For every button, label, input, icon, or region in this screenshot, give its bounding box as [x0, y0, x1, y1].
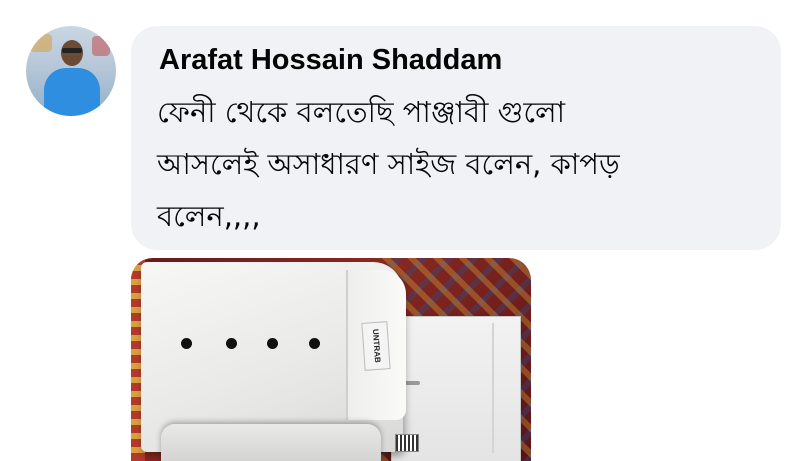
comment-text-line: ফেনী থেকে বলতেছি পাঞ্জাবী গুলো — [157, 95, 566, 129]
sunglasses-icon — [62, 48, 82, 53]
comment-bubble: Arafat Hossain Shaddam ফেনী থেকে বলতেছি … — [131, 26, 781, 250]
package-fold-line — [492, 323, 494, 453]
commenter-avatar[interactable] — [26, 26, 116, 116]
comment-text: ফেনী থেকে বলতেছি পাঞ্জাবী গুলো আসলেই অসা… — [157, 86, 767, 242]
comment-photo-attachment[interactable]: UNTRAB — [131, 258, 531, 461]
package-label — [404, 381, 420, 385]
second-panjabi — [161, 424, 381, 461]
avatar-background — [92, 36, 110, 56]
barcode-label — [395, 434, 419, 452]
panjabi-button — [309, 338, 320, 349]
avatar-figure-body — [44, 68, 100, 116]
comment-text-line: আসলেই অসাধারণ সাইজ বলেন, কাপড় — [157, 147, 620, 181]
comment-author-name[interactable]: Arafat Hossain Shaddam — [159, 44, 502, 77]
panjabi-button — [181, 338, 192, 349]
brand-tag: UNTRAB — [361, 321, 391, 371]
avatar-background — [30, 34, 52, 52]
panjabi-button — [267, 338, 278, 349]
comment-text-line: বলেন,,,, — [157, 199, 261, 233]
panjabi-button — [226, 338, 237, 349]
avatar-figure-head — [61, 40, 83, 66]
